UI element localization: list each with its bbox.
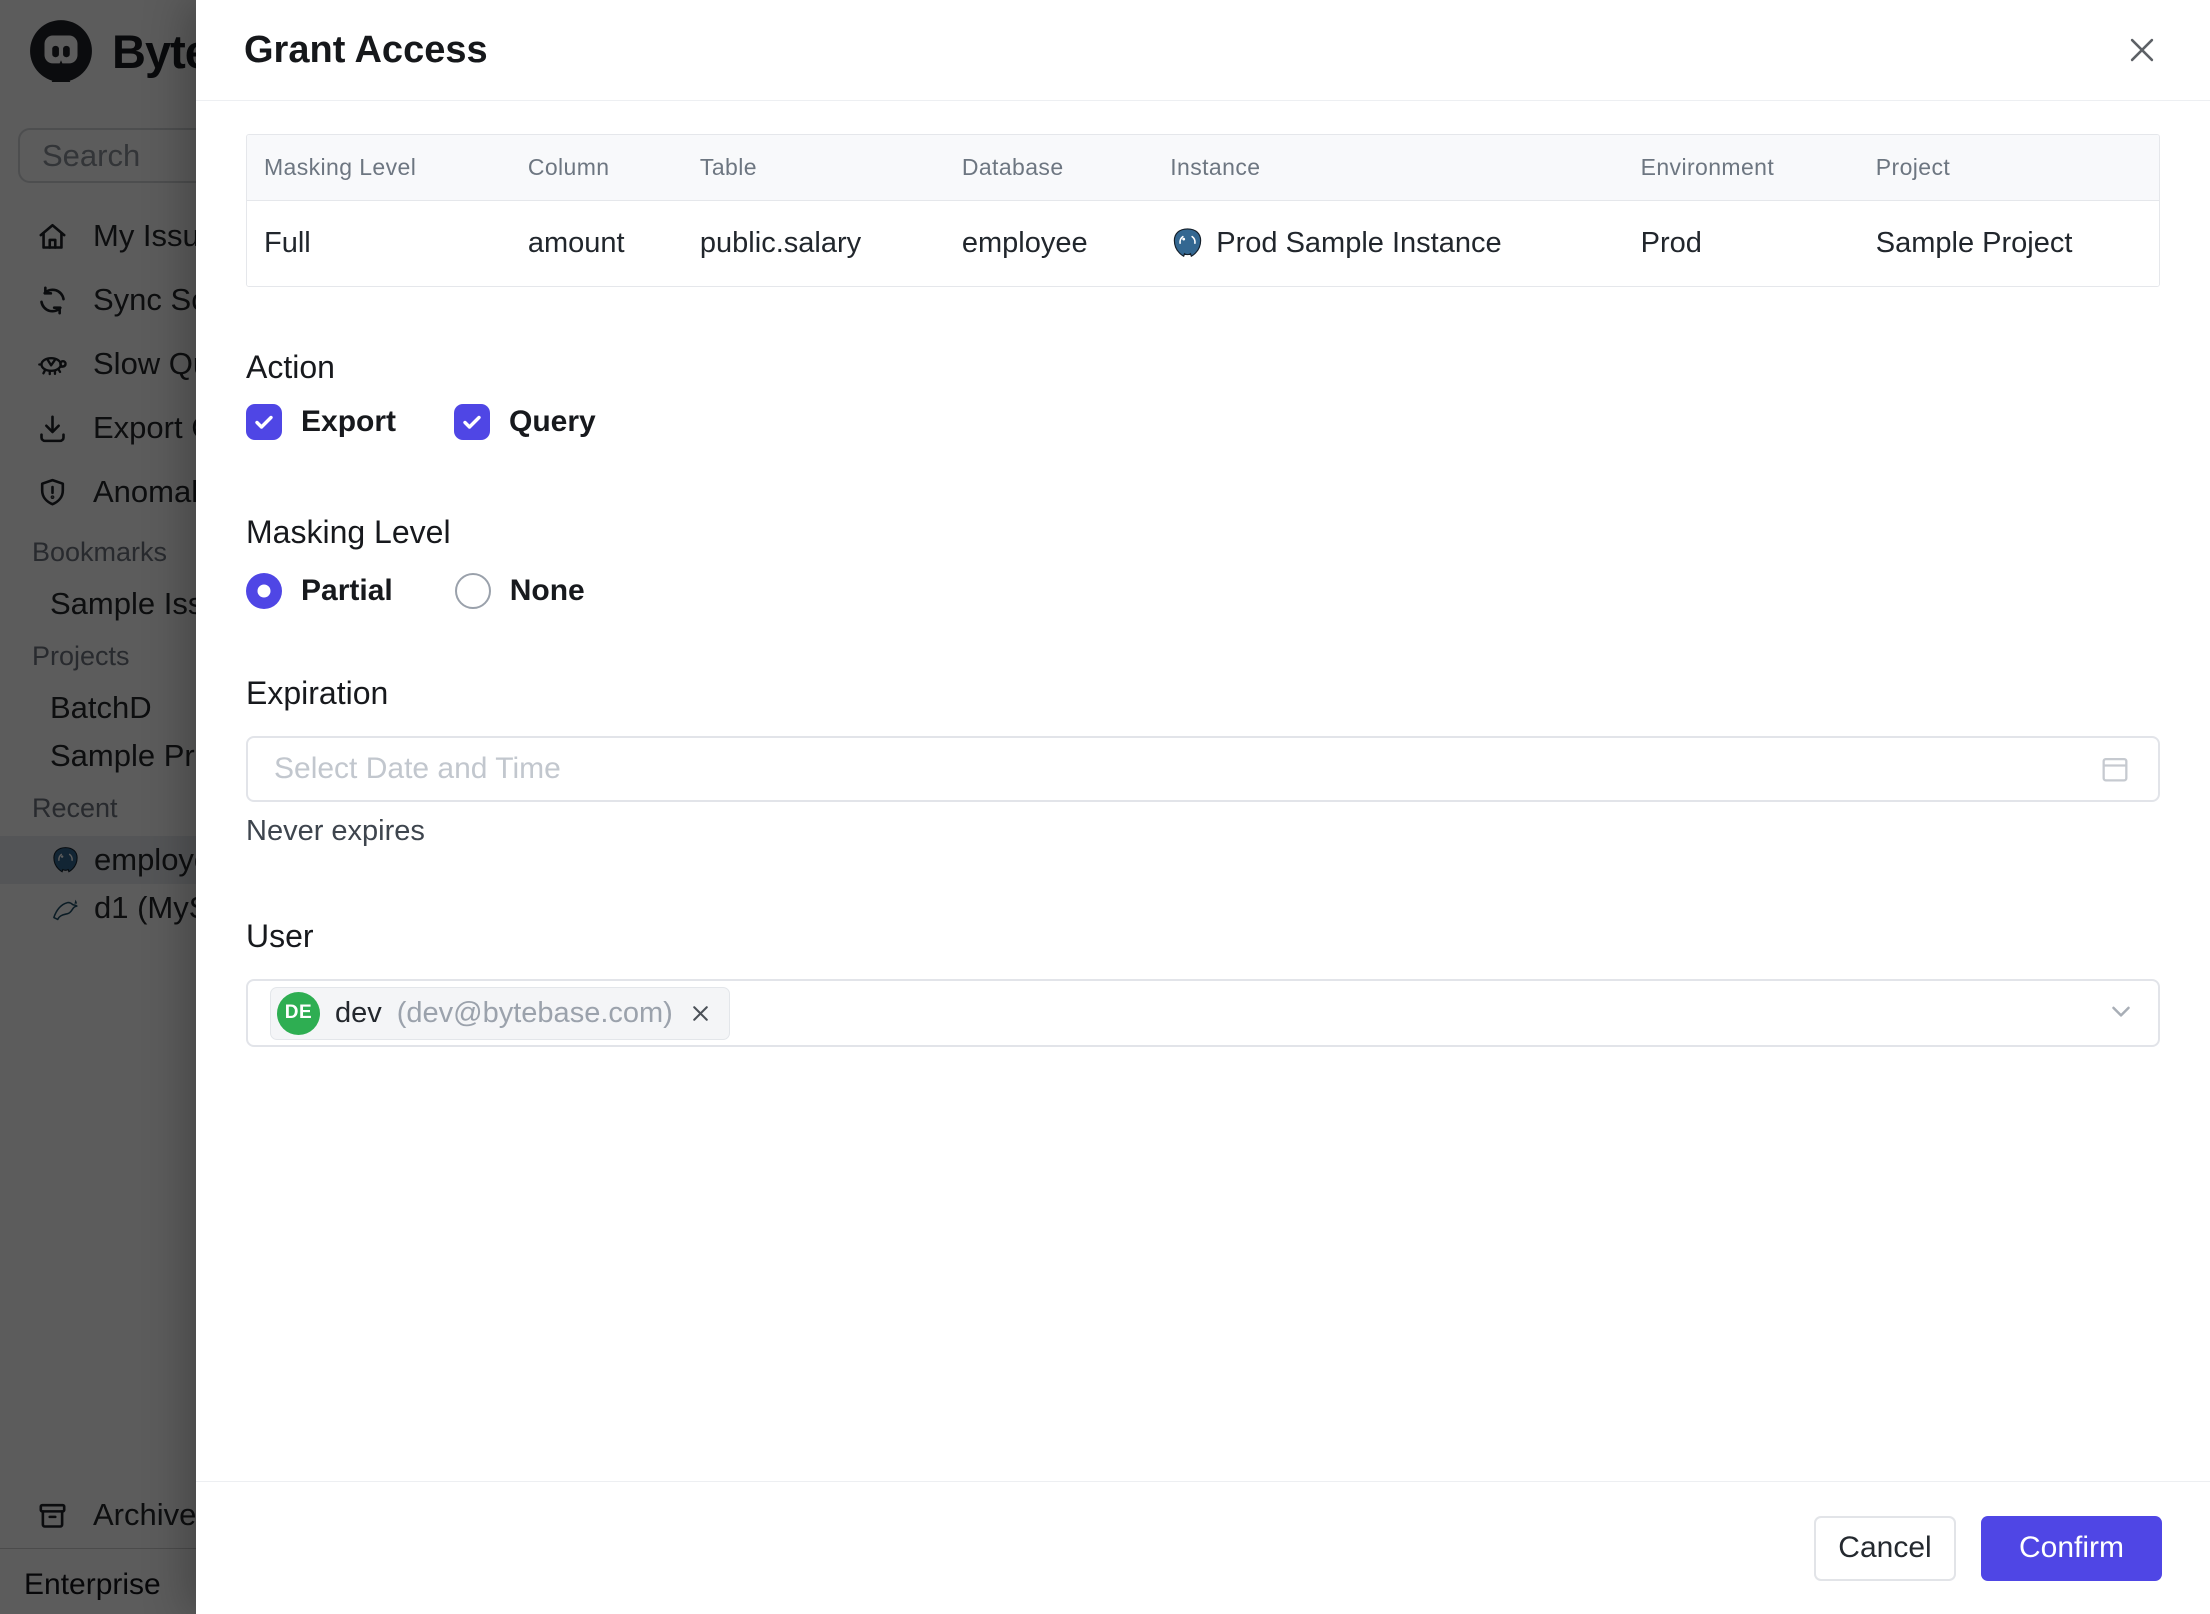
- cancel-button[interactable]: Cancel: [1813, 1515, 1956, 1581]
- instance-name: Prod Sample Instance: [1216, 227, 1502, 259]
- cell-project: Sample Project: [1875, 227, 2073, 259]
- chevron-down-icon: [2106, 996, 2136, 1031]
- table-header-row: Masking Level Column Table Database Inst…: [247, 135, 2159, 201]
- partial-radio[interactable]: Partial: [246, 573, 393, 609]
- checkbox-checked-icon: [454, 404, 491, 440]
- user-select[interactable]: DE dev (dev@bytebase.com): [246, 979, 2160, 1047]
- cell-table: public.salary: [699, 227, 862, 259]
- close-button[interactable]: [2120, 28, 2164, 72]
- column-header: Instance: [1170, 154, 1261, 180]
- cell-masking-level: Full: [264, 227, 311, 259]
- calendar-icon: [2102, 757, 2128, 782]
- radio-label: Partial: [301, 574, 393, 607]
- close-icon: [693, 1005, 708, 1021]
- export-checkbox[interactable]: Export: [246, 404, 396, 440]
- table-row: Full amount public.salary employee Prod …: [247, 201, 2159, 286]
- datetime-placeholder: Select Date and Time: [274, 752, 561, 785]
- expiration-datetime-input[interactable]: Select Date and Time: [246, 736, 2160, 802]
- cell-column: amount: [527, 227, 625, 259]
- user-email: (dev@bytebase.com): [396, 996, 673, 1029]
- user-name: dev: [335, 996, 382, 1029]
- cell-database: employee: [961, 227, 1088, 259]
- column-header: Masking Level: [264, 154, 417, 180]
- close-icon: [2130, 38, 2154, 62]
- none-radio[interactable]: None: [454, 573, 585, 609]
- column-header: Table: [699, 154, 757, 180]
- remove-user-button[interactable]: [688, 1001, 713, 1026]
- masking-level-options: Partial None: [246, 573, 2160, 609]
- radio-selected-icon: [246, 573, 282, 609]
- action-options: Export Query: [246, 404, 2160, 440]
- radio-unselected-icon: [454, 573, 491, 609]
- column-header: Environment: [1640, 154, 1775, 180]
- masking-access-table: Masking Level Column Table Database Inst…: [246, 134, 2160, 287]
- modal-header: Grant Access: [196, 0, 2210, 101]
- expiration-heading: Expiration: [246, 675, 389, 711]
- cell-environment: Prod: [1640, 227, 1702, 259]
- selected-user-tag: DE dev (dev@bytebase.com): [270, 986, 730, 1040]
- user-heading: User: [246, 918, 314, 954]
- cell-instance: Prod Sample Instance: [1153, 226, 1623, 261]
- checkbox-checked-icon: [246, 404, 282, 440]
- column-header: Project: [1875, 154, 1951, 180]
- modal-footer: Cancel Confirm: [196, 1481, 2210, 1614]
- column-header: Database: [961, 154, 1064, 180]
- modal-title: Grant Access: [244, 28, 488, 71]
- modal-body: Masking Level Column Table Database Inst…: [196, 101, 2210, 1481]
- masking-level-heading: Masking Level: [246, 514, 451, 550]
- query-checkbox[interactable]: Query: [454, 404, 596, 440]
- radio-label: None: [509, 574, 585, 607]
- checkbox-label: Export: [301, 405, 397, 438]
- confirm-button[interactable]: Confirm: [1980, 1515, 2162, 1581]
- postgres-icon: [1174, 228, 1202, 257]
- expiration-hint: Never expires: [246, 815, 425, 847]
- checkbox-label: Query: [509, 405, 596, 438]
- user-avatar: DE: [277, 991, 320, 1035]
- column-header: Column: [527, 154, 610, 180]
- action-heading: Action: [246, 349, 335, 385]
- grant-access-modal: Grant Access Masking Level Column Table …: [196, 0, 2210, 1614]
